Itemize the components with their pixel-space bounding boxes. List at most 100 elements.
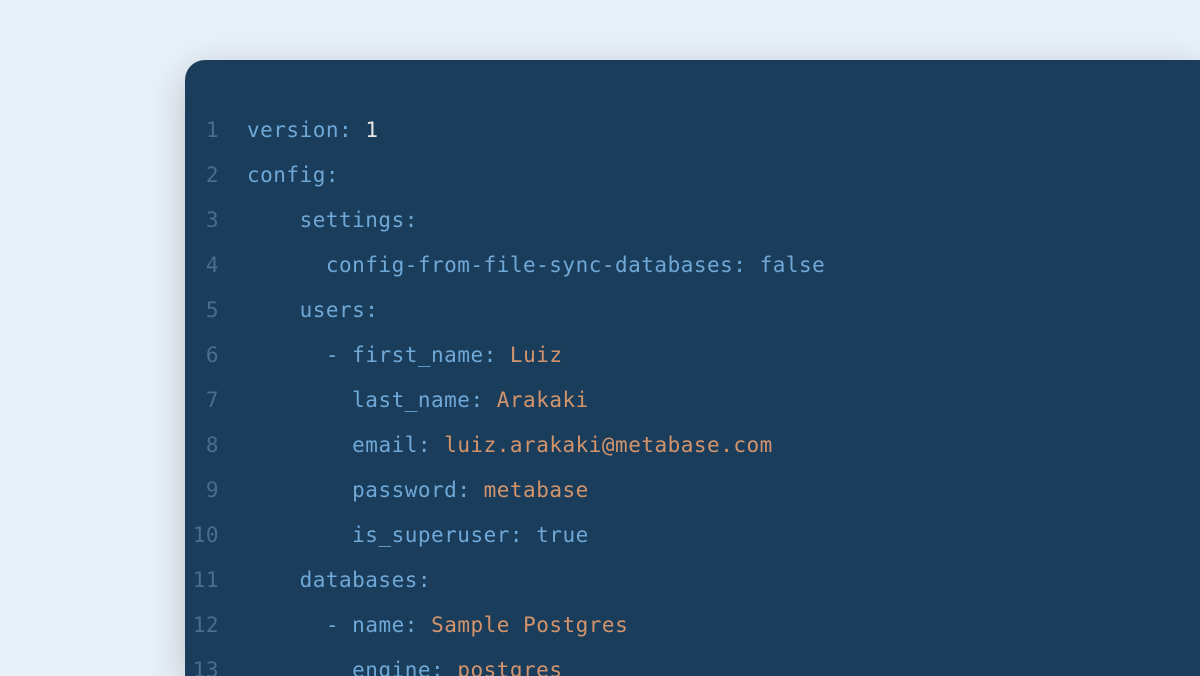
- code-token: [247, 298, 300, 322]
- line-content: - name: Sample Postgres: [247, 603, 628, 648]
- line-number: 6: [185, 333, 247, 378]
- code-token: false: [760, 253, 826, 277]
- code-token: name: [352, 613, 405, 637]
- code-token: [470, 478, 483, 502]
- code-token: :: [457, 478, 470, 502]
- code-token: [497, 343, 510, 367]
- code-token: :: [431, 658, 444, 676]
- code-token: :: [484, 343, 497, 367]
- code-line: 12 - name: Sample Postgres: [185, 603, 1200, 648]
- line-content: password: metabase: [247, 468, 589, 513]
- code-token: [247, 613, 326, 637]
- code-token: [523, 523, 536, 547]
- code-line: 8 email: luiz.arakaki@metabase.com: [185, 423, 1200, 468]
- code-token: [247, 208, 300, 232]
- code-token: [247, 388, 352, 412]
- code-token: first_name: [352, 343, 483, 367]
- code-token: [339, 343, 352, 367]
- code-token: [247, 433, 352, 457]
- code-line: 11 databases:: [185, 558, 1200, 603]
- code-line: 2config:: [185, 153, 1200, 198]
- line-content: is_superuser: true: [247, 513, 589, 558]
- code-token: [431, 433, 444, 457]
- code-token: is_superuser: [352, 523, 510, 547]
- code-line: 7 last_name: Arakaki: [185, 378, 1200, 423]
- line-content: config:: [247, 153, 339, 198]
- line-number: 9: [185, 468, 247, 513]
- code-token: :: [733, 253, 746, 277]
- code-token: :: [510, 523, 523, 547]
- code-token: [418, 613, 431, 637]
- code-token: postgres: [457, 658, 562, 676]
- code-token: [339, 613, 352, 637]
- code-token: databases: [300, 568, 418, 592]
- code-token: Arakaki: [497, 388, 589, 412]
- line-content: email: luiz.arakaki@metabase.com: [247, 423, 773, 468]
- code-token: :: [365, 298, 378, 322]
- line-content: users:: [247, 288, 378, 333]
- line-number: 7: [185, 378, 247, 423]
- code-line: 6 - first_name: Luiz: [185, 333, 1200, 378]
- code-token: Sample Postgres: [431, 613, 628, 637]
- line-content: databases:: [247, 558, 431, 603]
- code-token: [247, 568, 300, 592]
- code-token: version: [247, 118, 339, 142]
- code-line: 3 settings:: [185, 198, 1200, 243]
- code-line: 9 password: metabase: [185, 468, 1200, 513]
- line-content: - first_name: Luiz: [247, 333, 563, 378]
- code-token: config-from-file-sync-databases: [326, 253, 733, 277]
- line-number: 10: [185, 513, 247, 558]
- code-token: :: [326, 163, 339, 187]
- code-token: email: [352, 433, 418, 457]
- line-content: last_name: Arakaki: [247, 378, 589, 423]
- code-token: [247, 523, 352, 547]
- code-line: 4 config-from-file-sync-databases: false: [185, 243, 1200, 288]
- code-container: 1version: 12config:3 settings:4 config-f…: [185, 108, 1200, 676]
- code-token: engine: [352, 658, 431, 676]
- code-token: true: [536, 523, 589, 547]
- code-line: 13 engine: postgres: [185, 648, 1200, 676]
- code-token: [444, 658, 457, 676]
- line-content: settings:: [247, 198, 418, 243]
- code-token: -: [326, 613, 339, 637]
- line-number: 12: [185, 603, 247, 648]
- code-token: [247, 253, 326, 277]
- code-line: 5 users:: [185, 288, 1200, 333]
- code-token: settings: [300, 208, 405, 232]
- line-number: 5: [185, 288, 247, 333]
- code-token: :: [470, 388, 483, 412]
- code-token: [247, 658, 352, 676]
- code-token: users: [300, 298, 366, 322]
- code-token: -: [326, 343, 339, 367]
- code-token: [352, 118, 365, 142]
- line-number: 11: [185, 558, 247, 603]
- line-content: config-from-file-sync-databases: false: [247, 243, 825, 288]
- line-number: 13: [185, 648, 247, 676]
- line-number: 1: [185, 108, 247, 153]
- code-line: 1version: 1: [185, 108, 1200, 153]
- code-token: [247, 343, 326, 367]
- code-token: :: [418, 433, 431, 457]
- code-token: metabase: [484, 478, 589, 502]
- code-token: [247, 478, 352, 502]
- code-token: [746, 253, 759, 277]
- line-content: engine: postgres: [247, 648, 562, 676]
- code-token: config: [247, 163, 326, 187]
- code-line: 10 is_superuser: true: [185, 513, 1200, 558]
- line-number: 3: [185, 198, 247, 243]
- code-token: :: [339, 118, 352, 142]
- code-token: 1: [365, 118, 378, 142]
- code-token: last_name: [352, 388, 470, 412]
- code-token: :: [418, 568, 431, 592]
- line-number: 4: [185, 243, 247, 288]
- line-content: version: 1: [247, 108, 378, 153]
- code-token: Luiz: [510, 343, 563, 367]
- code-token: luiz.arakaki@metabase.com: [444, 433, 773, 457]
- code-token: password: [352, 478, 457, 502]
- line-number: 2: [185, 153, 247, 198]
- code-token: :: [405, 613, 418, 637]
- line-number: 8: [185, 423, 247, 468]
- code-editor: 1version: 12config:3 settings:4 config-f…: [185, 60, 1200, 676]
- code-token: [484, 388, 497, 412]
- code-token: :: [405, 208, 418, 232]
